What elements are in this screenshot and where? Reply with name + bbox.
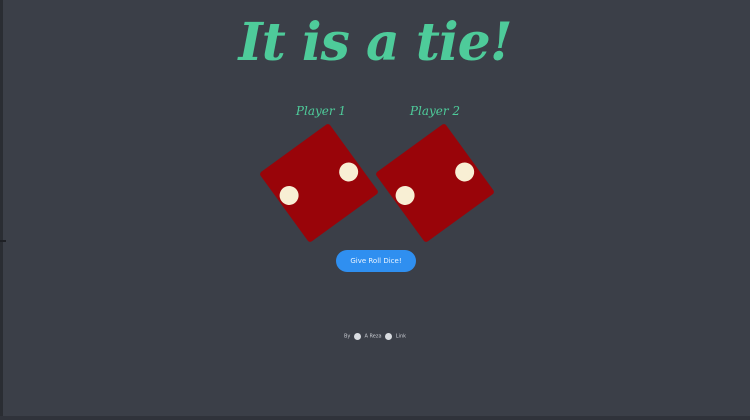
die-pip — [275, 182, 303, 209]
die-pip — [335, 158, 362, 186]
credit-prefix: By — [343, 333, 351, 340]
footer-credit: By A Reza Link — [0, 333, 750, 340]
die-pip — [451, 158, 478, 186]
author-avatar-icon — [353, 333, 361, 340]
window-edge-mark — [0, 240, 6, 242]
result-title: It is a tie! — [238, 12, 512, 73]
die-pip — [391, 182, 419, 209]
player-1-label: Player 1 — [295, 104, 347, 118]
author-link[interactable]: Link — [396, 334, 406, 340]
game-screen: It is a tie! Player 1 Player 2 Give Roll… — [0, 0, 750, 420]
link-icon[interactable] — [385, 333, 393, 340]
player-2-die — [374, 122, 496, 244]
player-1-die — [258, 122, 380, 244]
author-name: A Reza — [364, 333, 382, 340]
player-2-label: Player 2 — [409, 104, 461, 118]
window-bottom-edge — [0, 416, 750, 420]
roll-dice-button[interactable]: Give Roll Dice! — [336, 250, 416, 272]
